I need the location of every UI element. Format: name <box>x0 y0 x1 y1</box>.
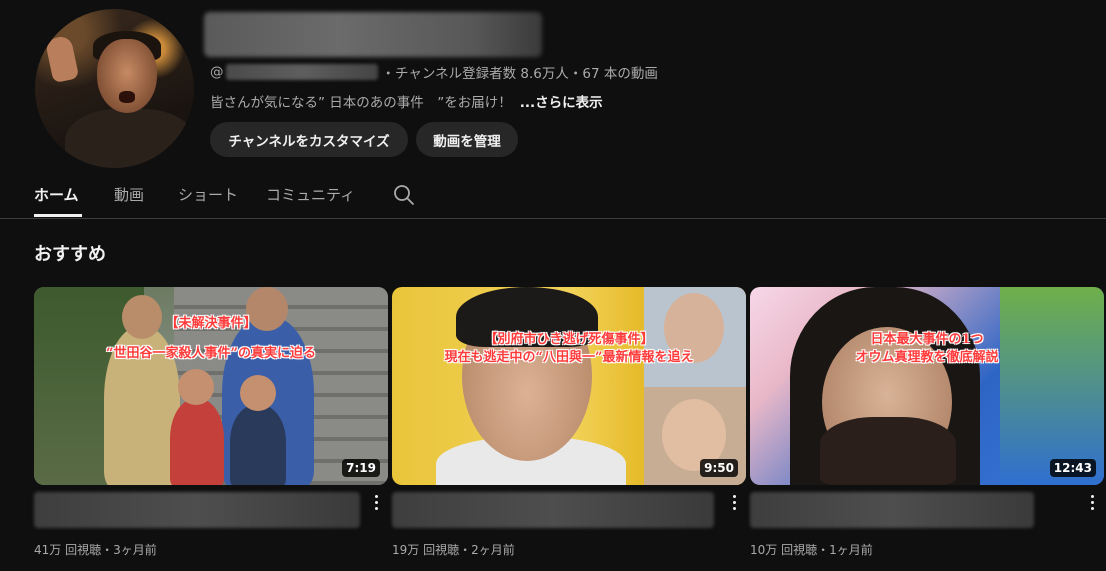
tab-shorts[interactable]: ショート <box>178 184 238 205</box>
thumbnail-background-foliage <box>1000 287 1104 485</box>
channel-meta: @ ・チャンネル登録者数 8.6万人・67 本の動画 <box>210 62 658 82</box>
channel-page: @ ・チャンネル登録者数 8.6万人・67 本の動画 皆さんが気になる” 日本の… <box>0 0 1106 571</box>
video-title-redacted-1[interactable] <box>34 492 360 528</box>
thumbnail-caption-line2: “世田谷一家殺人事件”の真実に迫る <box>106 346 316 361</box>
channel-handle-prefix: @ <box>210 64 224 80</box>
channel-handle-redacted <box>225 64 378 80</box>
thumbnail-figure-child-1 <box>170 399 224 485</box>
video-duration: 12:43 <box>1049 459 1096 477</box>
section-title-recommended: おすすめ <box>34 244 106 265</box>
avatar-figure-coat <box>65 109 194 168</box>
channel-avatar[interactable] <box>35 9 194 168</box>
video-stats-2: 19万 回視聴・2ヶ月前 <box>392 543 515 557</box>
tab-community[interactable]: コミュニティ <box>266 184 355 205</box>
manage-videos-button[interactable]: 動画を管理 <box>416 122 518 157</box>
channel-name-redacted <box>204 12 542 57</box>
thumbnail-caption-line2: オウム真理教を徹底解説 <box>855 350 999 365</box>
video-thumbnail-1[interactable]: 【未解決事件】 “世田谷一家殺人事件”の真実に迫る 7:19 <box>34 287 388 485</box>
thumbnail-caption-line1: 【別府市ひき逃げ死傷事件】 <box>484 332 654 347</box>
video-thumbnail-3[interactable]: 日本最大事件の1つ オウム真理教を徹底解説 12:43 <box>750 287 1104 485</box>
channel-description[interactable]: 皆さんが気になる” 日本のあの事件 ”をお届け！ ...さらに表示 <box>210 91 603 111</box>
thumbnail-caption-line2: 現在も逃走中の“八田與一”最新情報を追え <box>444 350 694 365</box>
video-title-redacted-3[interactable] <box>750 492 1034 528</box>
tab-videos[interactable]: 動画 <box>114 184 144 205</box>
thumbnail-figure-beard <box>820 417 956 485</box>
video-menu-kebab-icon-2[interactable] <box>726 492 742 512</box>
video-menu-kebab-icon-3[interactable] <box>1084 492 1100 512</box>
video-stats-1: 41万 回視聴・3ヶ月前 <box>34 543 157 557</box>
thumbnail-caption-line1: 日本最大事件の1つ <box>870 332 984 347</box>
thumbnail-caption-line1: 【未解決事件】 <box>165 316 257 331</box>
thumbnail-figure-child-2-head <box>240 375 276 411</box>
video-menu-kebab-icon-1[interactable] <box>368 492 384 512</box>
video-duration: 9:50 <box>700 459 738 477</box>
video-duration: 7:19 <box>342 459 380 477</box>
avatar-figure-mouth <box>119 91 135 103</box>
avatar-figure-hand <box>44 34 80 84</box>
customize-channel-button[interactable]: チャンネルをカスタマイズ <box>210 122 408 157</box>
search-icon[interactable] <box>393 184 415 206</box>
video-thumbnail-2[interactable]: 【別府市ひき逃げ死傷事件】 現在も逃走中の“八田與一”最新情報を追え 9:50 <box>392 287 746 485</box>
video-stats-3: 10万 回視聴・1ヶ月前 <box>750 543 873 557</box>
channel-description-text: 皆さんが気になる” 日本のあの事件 ”をお届け！ <box>210 95 512 111</box>
show-more-link[interactable]: ...さらに表示 <box>520 91 603 111</box>
tab-active-indicator <box>34 214 82 217</box>
tabs-divider <box>0 218 1106 219</box>
thumbnail-figure-child-1-head <box>178 369 214 405</box>
video-title-redacted-2[interactable] <box>392 492 714 528</box>
thumbnail-figure-child-2 <box>230 405 286 485</box>
tab-home[interactable]: ホーム <box>34 184 79 205</box>
channel-stats: ・チャンネル登録者数 8.6万人・67 本の動画 <box>381 66 658 82</box>
